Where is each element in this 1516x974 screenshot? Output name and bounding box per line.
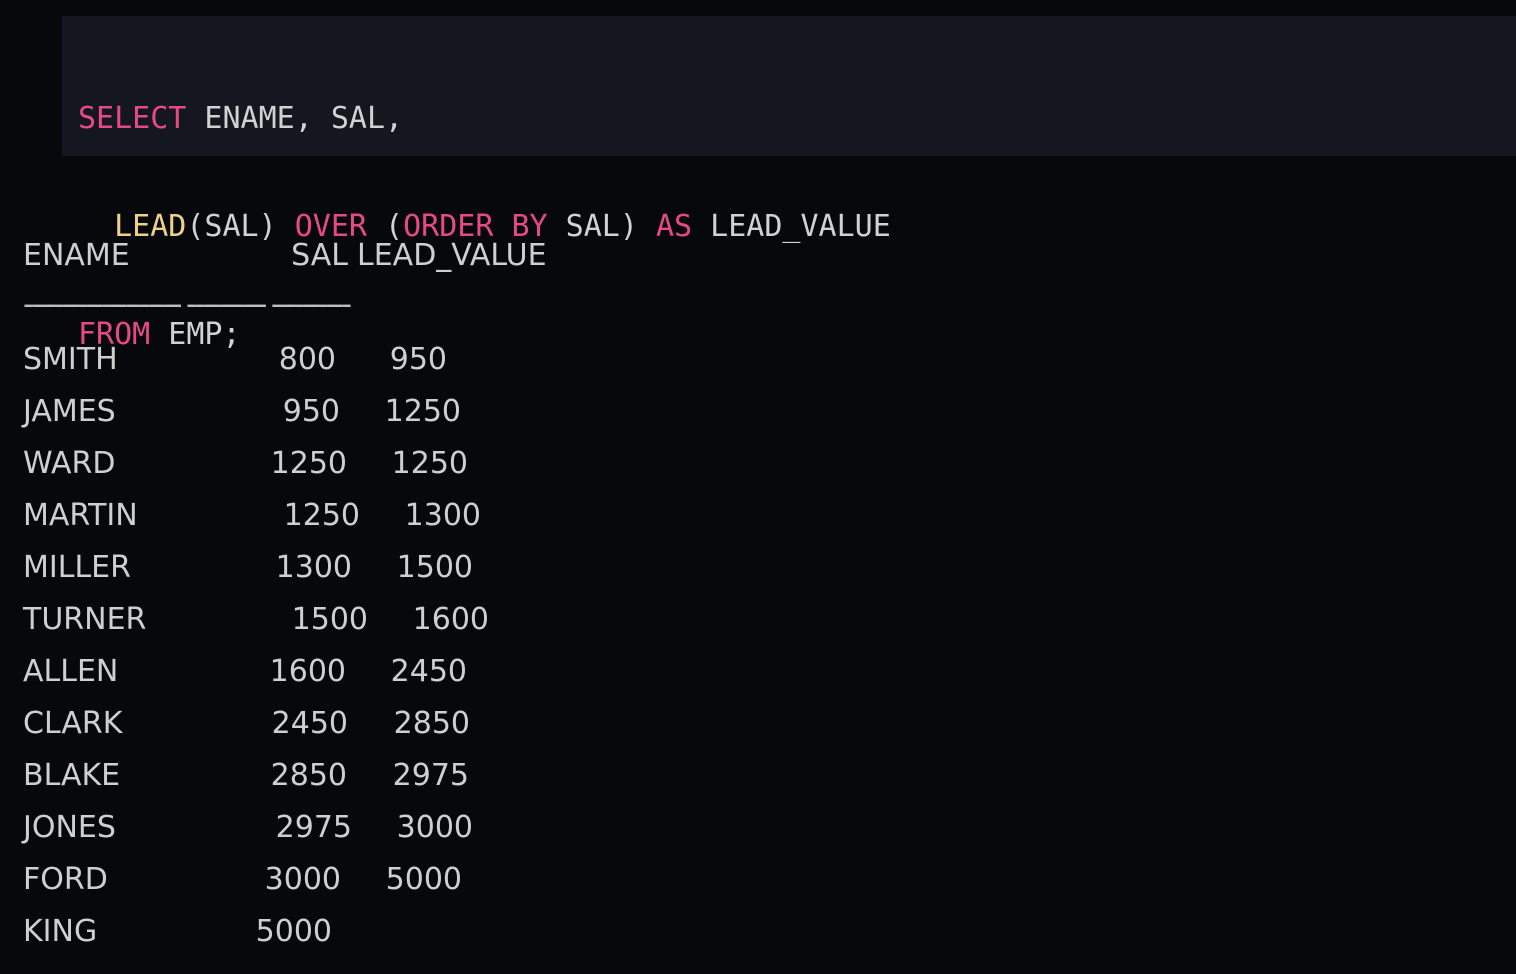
cell-lead-value: 5000 (385, 862, 462, 897)
cell-ename: BLAKE (23, 758, 121, 793)
cell-sal: 5000 (255, 914, 332, 949)
code-token: ( (367, 209, 404, 244)
cell-lead-value: 1250 (384, 394, 461, 429)
code-token: (SAL) (186, 209, 295, 244)
cell-lead-value: 3000 (396, 810, 473, 845)
cell-lead-value: 1600 (412, 602, 489, 637)
cell-ename: ALLEN (23, 654, 119, 689)
cell-ename: TURNER (23, 602, 147, 637)
cell-sal: 1500 (291, 602, 368, 637)
cell-lead-value: 2975 (392, 758, 469, 793)
code-token: ORDER BY (403, 209, 548, 244)
cell-sal: 3000 (264, 862, 341, 897)
code-line-1: SELECT ENAME, SAL, (78, 101, 1516, 137)
code-token: EMP; (150, 317, 241, 352)
cell-sal: 2850 (270, 758, 347, 793)
cell-sal: 2975 (275, 810, 352, 845)
cell-ename: CLARK (23, 706, 123, 741)
cell-lead-value: 1300 (404, 498, 481, 533)
code-token: OVER (294, 209, 367, 244)
cell-sal: 1250 (283, 498, 360, 533)
cell-sal: 1300 (275, 550, 352, 585)
cell-sal: 2450 (271, 706, 348, 741)
code-token: SELECT (78, 101, 187, 136)
sql-code-block: SELECT ENAME, SAL, LEAD(SAL) OVER (ORDER… (62, 16, 1516, 352)
code-token: FROM (78, 317, 151, 352)
cell-lead-value: 2850 (393, 706, 470, 741)
code-line-2: LEAD(SAL) OVER (ORDER BY SAL) AS LEAD_VA… (78, 209, 1516, 245)
cell-ename: FORD (23, 862, 108, 897)
code-token: AS (656, 209, 693, 244)
cell-sal: 1250 (270, 446, 347, 481)
cell-ename: MILLER (23, 550, 131, 585)
code-token: LEAD_VALUE (692, 209, 891, 244)
cell-ename: JAMES (23, 394, 116, 429)
code-line-3: FROM EMP; (78, 317, 1516, 353)
cell-sal: 1600 (269, 654, 346, 689)
cell-lead-value: 1500 (396, 550, 473, 585)
cell-lead-value: 1250 (391, 446, 468, 481)
cell-ename: JONES (23, 810, 116, 845)
cell-lead-value: 2450 (390, 654, 467, 689)
cell-sal: 950 (282, 394, 340, 429)
code-token: SAL) (547, 209, 656, 244)
cell-ename: WARD (23, 446, 116, 481)
cell-ename: MARTIN (23, 498, 138, 533)
code-token: ENAME, SAL, (186, 101, 404, 136)
code-token: LEAD (114, 209, 187, 244)
cell-ename: KING (23, 914, 98, 949)
